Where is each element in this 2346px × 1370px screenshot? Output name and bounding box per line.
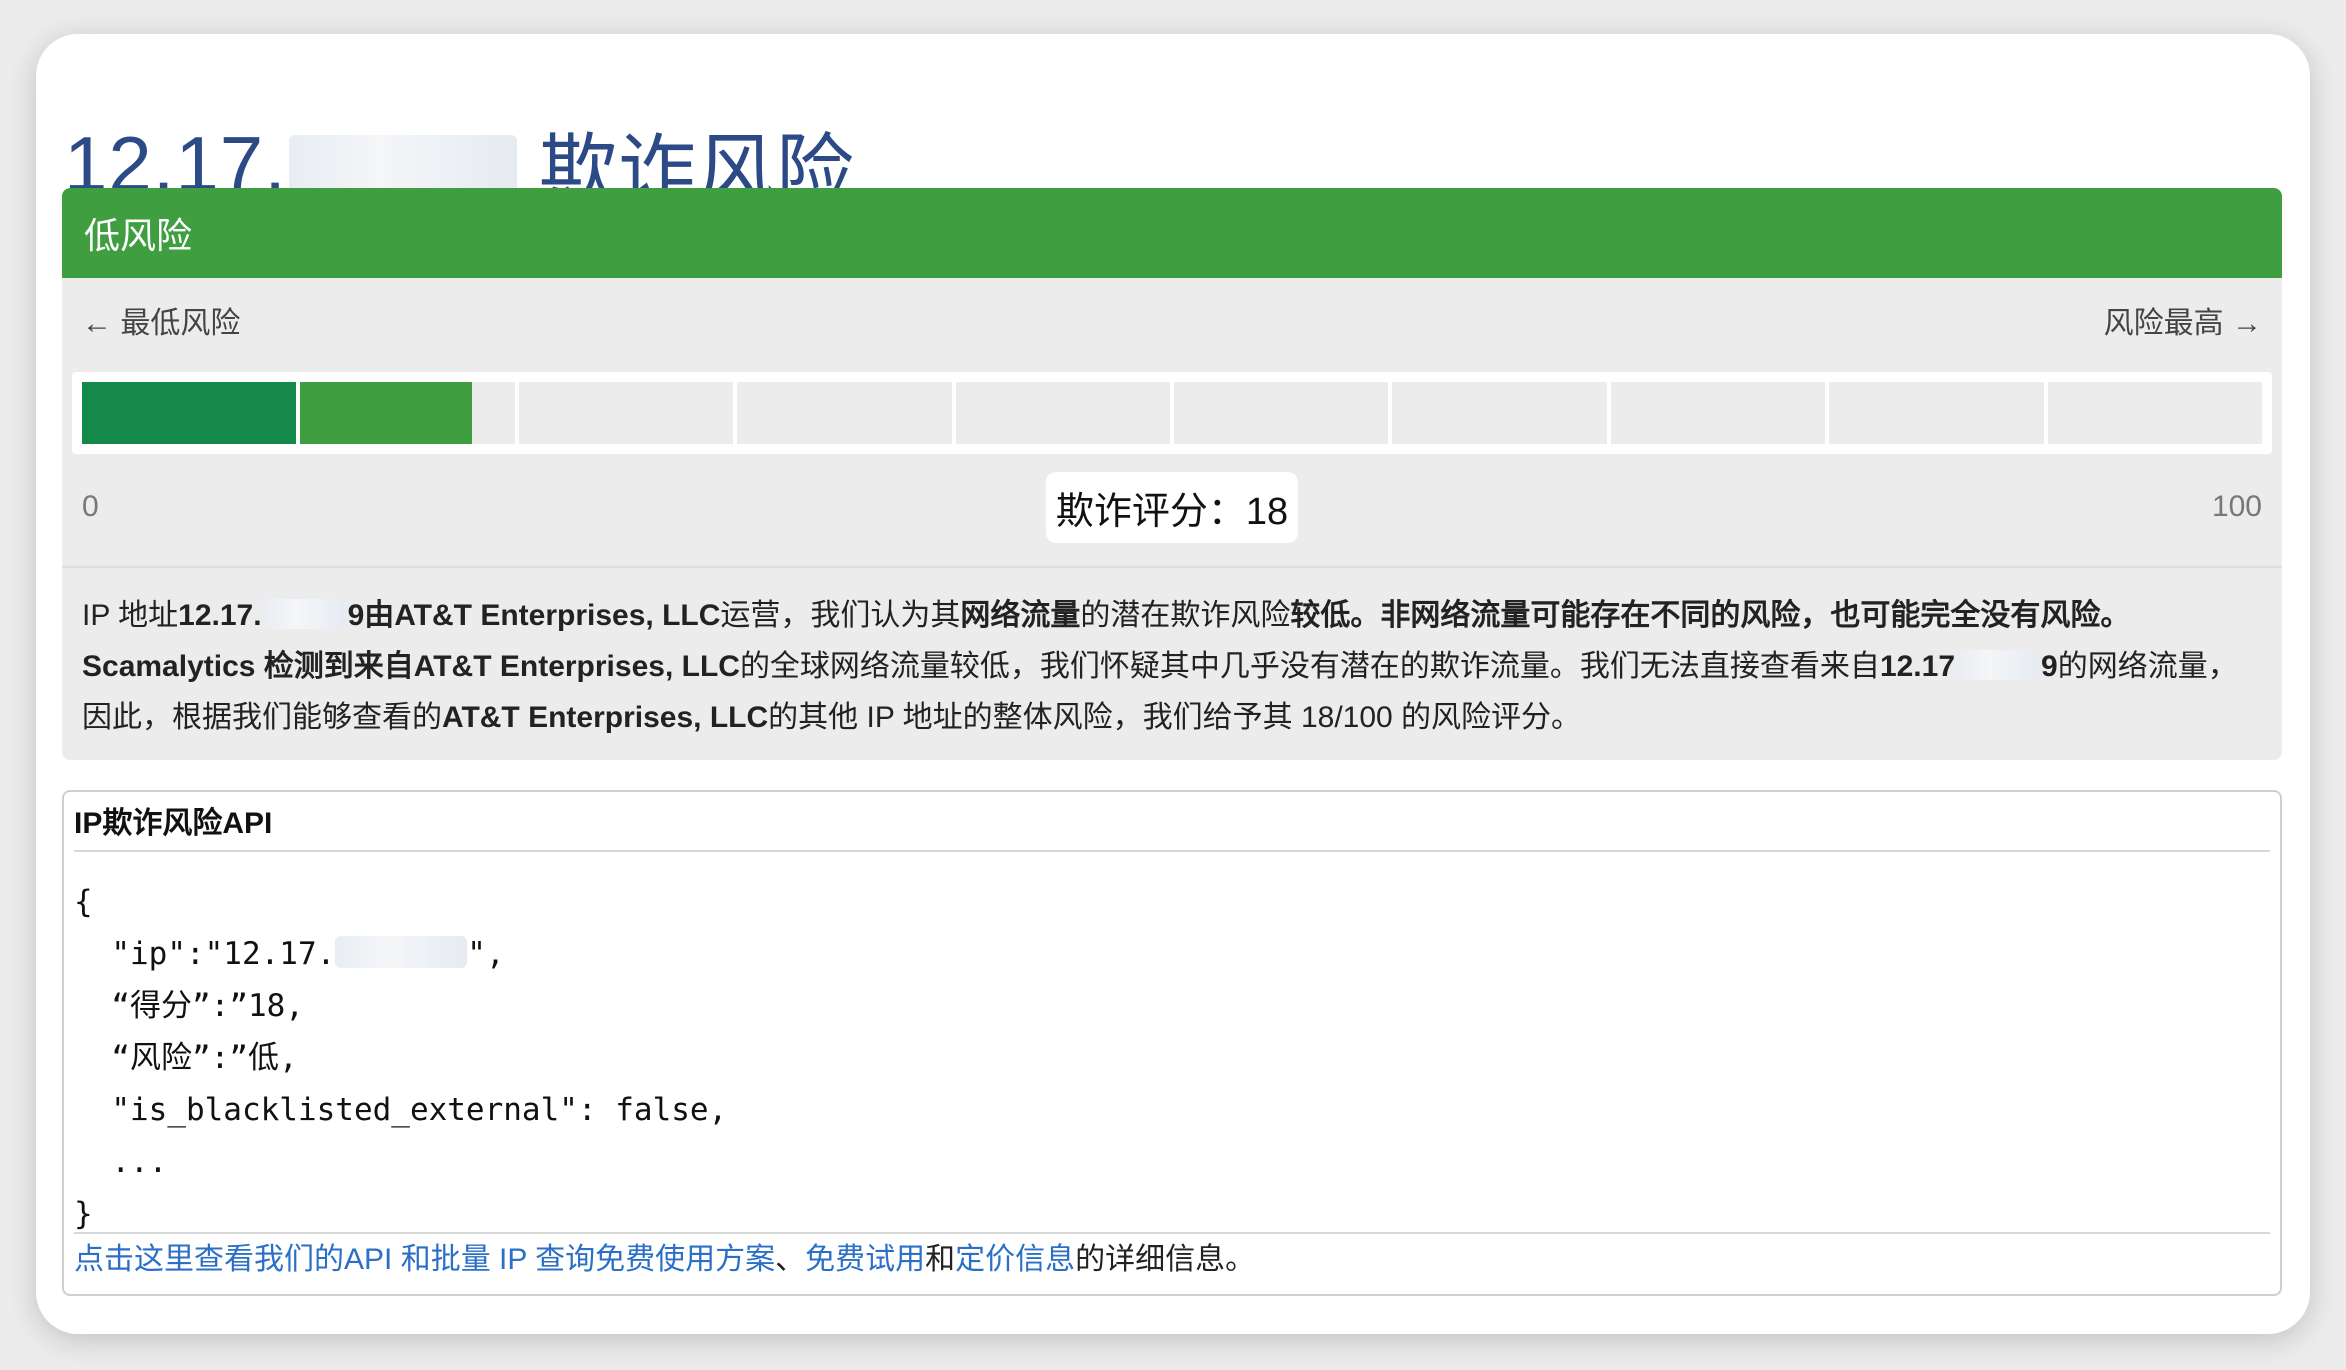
score-scale-row: 0 欺诈评分：18 100	[82, 472, 2262, 543]
code-line-ellipsis: ...	[74, 1144, 168, 1180]
code-line-blacklist: "is_blacklisted_external": false,	[74, 1092, 728, 1128]
risk-meter-segment-3	[518, 382, 734, 444]
api-code-sample: { "ip":"12.17. ", “得分”:”18, “风险”:”低, "is_…	[74, 876, 727, 1240]
footer-separator: 、	[775, 1243, 806, 1276]
footer-separator: 和	[925, 1243, 956, 1276]
redacted-ip-blur	[1955, 650, 2042, 680]
risk-meter-segment-9	[1829, 382, 2044, 444]
risk-panel: 低风险 ← 最低风险 风险最高 → 0 欺诈评分：18 100 IP 地址12.…	[62, 188, 2282, 760]
risk-meter-segment-8	[1610, 382, 1826, 444]
code-line-ip: "ip":"12.17.	[74, 936, 336, 972]
desc-bold: 较低。非网络流量可能存在不同的风险，也可能完全没有风险。	[1290, 599, 2131, 632]
risk-meter-segment-2	[300, 382, 515, 444]
api-section: IP欺诈风险API { "ip":"12.17. ", “得分”:”18, “风险…	[62, 790, 2282, 1296]
highest-risk-label: 风险最高 →	[2103, 307, 2262, 340]
free-trial-link[interactable]: 免费试用	[805, 1243, 925, 1276]
risk-meter-segment-6	[1174, 382, 1389, 444]
code-line-score: “得分”:”18,	[74, 988, 304, 1024]
risk-meter-segment-5	[955, 382, 1171, 444]
pricing-link[interactable]: 定价信息	[955, 1243, 1075, 1276]
desc-ip: 12.17.	[178, 599, 262, 632]
code-line-risk: “风险”:”低,	[74, 1040, 298, 1076]
risk-level-header: 低风险	[62, 188, 2282, 278]
desc-isp: AT&T Enterprises, LLC	[442, 701, 769, 734]
risk-meter-segment-1	[82, 382, 297, 444]
desc-bold: 网络流量	[960, 599, 1081, 632]
desc-text: 的全球网络流量较低，我们怀疑其中几乎没有潜在的欺诈流量。我们无法直接查看来自	[739, 650, 1880, 683]
scale-min: 0	[82, 490, 99, 523]
code-line-ip-end: ",	[467, 936, 505, 972]
fraud-score-label: 欺诈评分：	[1055, 491, 1246, 533]
desc-text: 的其他 IP 地址的整体风险，我们给予其 18/100 的风险评分。	[768, 701, 1582, 734]
browser-frame: 12.17. 欺诈风险 低风险 ← 最低风险 风险最高 → 0 欺诈评分：18	[36, 34, 2310, 1334]
desc-isp: 9由AT&T Enterprises, LLC	[347, 599, 721, 632]
risk-meter-segment-4	[737, 382, 952, 444]
risk-meter	[72, 372, 2272, 454]
risk-description: IP 地址12.17. 9由AT&T Enterprises, LLC运营，我们认…	[62, 566, 2282, 760]
desc-ip: 9	[2041, 650, 2058, 683]
lowest-risk-label: ← 最低风险	[82, 307, 241, 340]
api-footer: 点击这里查看我们的API 和批量 IP 查询免费使用方案、免费试用和定价信息的详…	[74, 1232, 2270, 1282]
redacted-ip-blur	[261, 599, 348, 629]
fraud-score-value: 18	[1245, 491, 1289, 533]
redacted-ip-blur	[335, 936, 468, 968]
risk-range-labels: ← 最低风险 风险最高 →	[82, 298, 2262, 342]
fraud-score-badge: 欺诈评分：18	[1045, 472, 1299, 543]
desc-text: 运营，我们认为其	[720, 599, 961, 632]
desc-bold: Scamalytics 检测到来自AT&T Enterprises, LLC	[82, 650, 740, 683]
scale-max: 100	[2211, 490, 2262, 523]
footer-tail: 的详细信息。	[1075, 1243, 1256, 1276]
desc-text: 的潜在欺诈风险	[1080, 599, 1291, 632]
risk-meter-segment-7	[1392, 382, 1607, 444]
api-free-plan-link[interactable]: 点击这里查看我们的API 和批量 IP 查询免费使用方案	[74, 1243, 775, 1276]
api-section-title: IP欺诈风险API	[74, 802, 2270, 852]
desc-ip: 12.17	[1879, 650, 1956, 683]
code-line: {	[74, 884, 93, 920]
code-line: }	[74, 1196, 93, 1232]
desc-text: IP 地址	[82, 599, 179, 632]
redacted-ip-blur	[288, 135, 517, 194]
risk-meter-segment-10	[2047, 382, 2263, 444]
